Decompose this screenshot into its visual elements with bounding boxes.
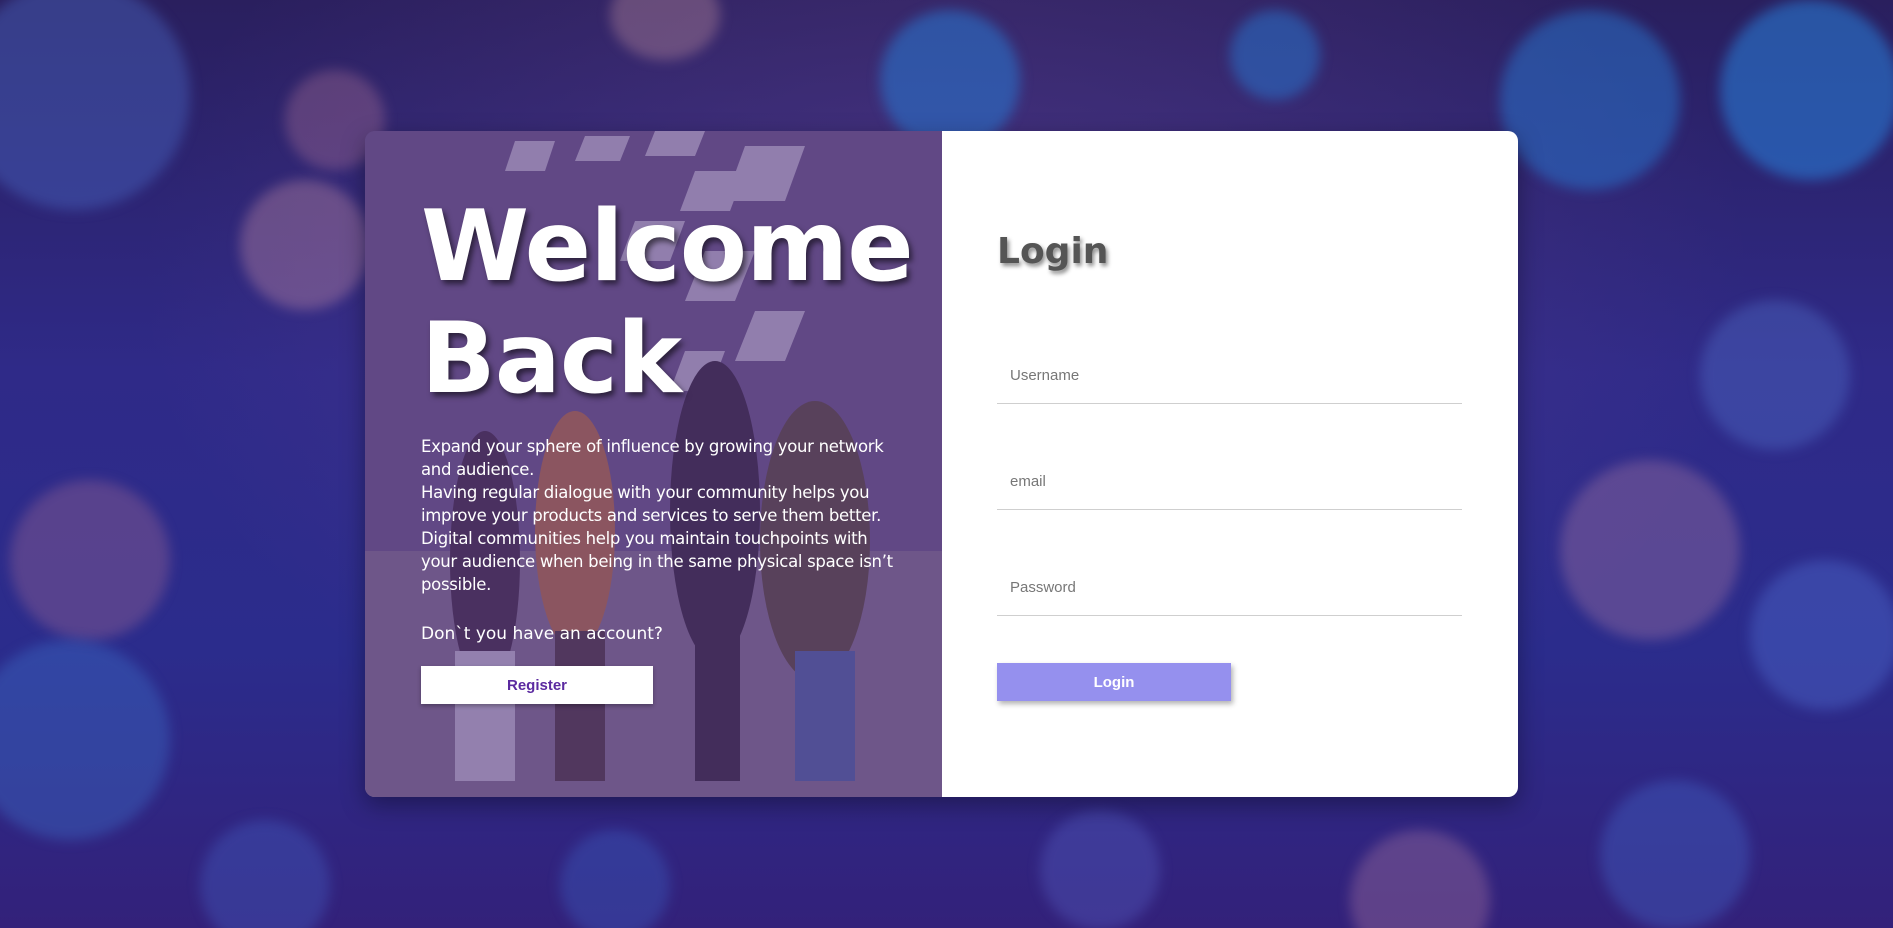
bokeh-light — [1230, 10, 1320, 100]
register-button[interactable]: Register — [421, 666, 653, 704]
email-input[interactable] — [997, 453, 1462, 509]
login-button[interactable]: Login — [997, 663, 1231, 701]
welcome-description: Expand your sphere of influence by growi… — [421, 437, 893, 594]
bokeh-light — [200, 820, 330, 928]
bokeh-light — [1040, 810, 1160, 928]
password-field-wrapper — [997, 559, 1462, 616]
bokeh-light — [1560, 460, 1740, 640]
welcome-content: Welcome Back Expand your sphere of influ… — [421, 190, 914, 704]
bokeh-light — [240, 180, 370, 310]
login-heading: Login — [997, 231, 1109, 272]
password-input[interactable] — [997, 559, 1462, 615]
bokeh-light — [560, 830, 670, 928]
welcome-heading: Welcome Back — [421, 190, 914, 416]
username-field-wrapper — [997, 347, 1462, 404]
bokeh-light — [0, 0, 190, 210]
bokeh-light — [10, 480, 170, 640]
bokeh-light — [1350, 830, 1490, 928]
bokeh-light — [1500, 10, 1680, 190]
username-input[interactable] — [997, 347, 1462, 403]
register-prompt: Don`t you have an account? — [421, 624, 663, 644]
bokeh-light — [880, 10, 1020, 150]
bokeh-light — [1700, 300, 1850, 450]
email-field-wrapper — [997, 453, 1462, 510]
login-panel: Login Login — [942, 131, 1518, 797]
bokeh-light — [0, 640, 170, 840]
login-card: Welcome Back Expand your sphere of influ… — [365, 131, 1518, 797]
welcome-panel: Welcome Back Expand your sphere of influ… — [365, 131, 942, 797]
bokeh-light — [1720, 0, 1893, 180]
bokeh-light — [610, 0, 720, 60]
bokeh-light — [1750, 560, 1893, 710]
bokeh-light — [1600, 780, 1750, 928]
